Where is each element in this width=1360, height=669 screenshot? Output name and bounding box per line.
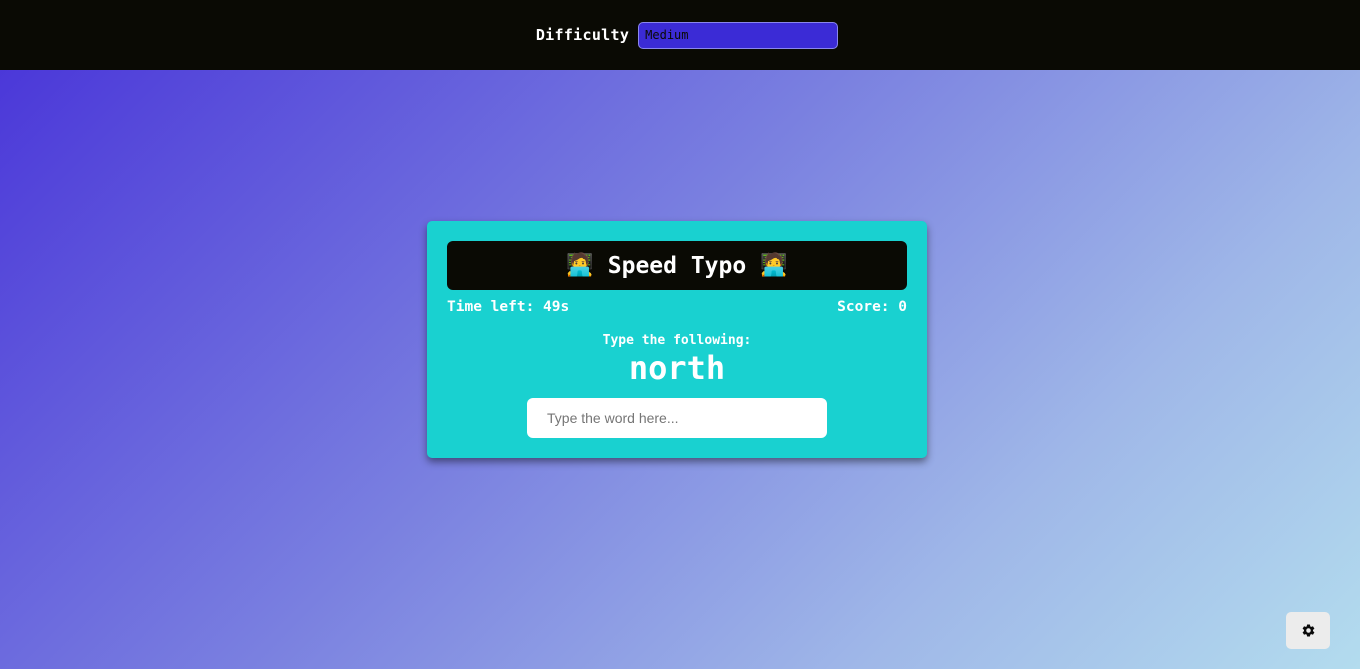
difficulty-select[interactable]: Medium [638,21,839,49]
top-bar: Difficulty Medium [0,0,1360,70]
difficulty-control: Difficulty Medium [535,21,839,49]
score: Score: 0 [837,299,907,315]
technologist-right-icon: 🧑‍💻 [760,252,788,278]
difficulty-label: Difficulty [535,26,630,44]
gear-icon [1302,624,1314,637]
type-prompt: Type the following: [602,333,752,348]
technologist-left-icon: 🧑‍💻 [566,252,594,278]
current-word: north [628,349,726,387]
game-card: 🧑‍💻 Speed Typo 🧑‍💻 Time left: 49s Score:… [427,221,927,458]
time-left: Time left: 49s [447,299,570,315]
game-title: Speed Typo [607,252,747,279]
settings-button[interactable] [1286,612,1330,649]
stats-row: Time left: 49s Score: 0 [447,299,907,315]
word-input[interactable] [527,398,827,438]
difficulty-selected-value: Medium [645,28,689,42]
title-bar: 🧑‍💻 Speed Typo 🧑‍💻 [447,241,907,290]
